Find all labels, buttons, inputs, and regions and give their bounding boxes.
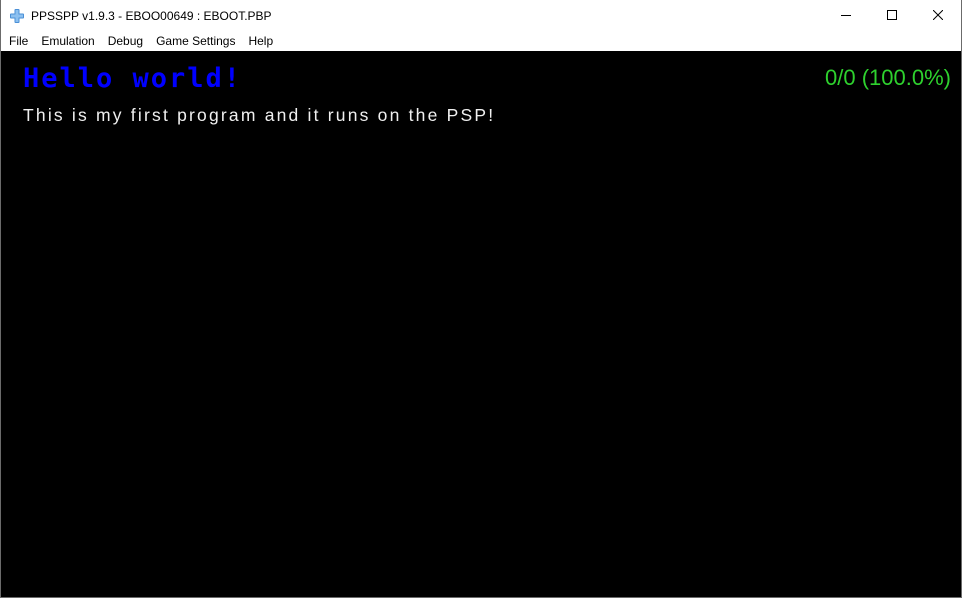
program-message: This is my first program and it runs on … — [23, 105, 496, 125]
caption-buttons — [823, 0, 961, 31]
menu-help[interactable]: Help — [242, 31, 280, 51]
title-bar[interactable]: PPSSPP v1.9.3 - EBOO00649 : EBOOT.PBP — [1, 0, 961, 31]
game-screen[interactable]: Hello world! This is my first program an… — [1, 51, 961, 597]
hello-heading: Hello world! — [23, 63, 243, 94]
ppsspp-logo-icon[interactable] — [9, 8, 25, 24]
menu-debug[interactable]: Debug — [102, 31, 150, 51]
close-button[interactable] — [915, 0, 961, 31]
menu-game-settings[interactable]: Game Settings — [150, 31, 242, 51]
ppsspp-window: PPSSPP v1.9.3 - EBOO00649 : EBOOT.PBP Fi… — [0, 0, 962, 598]
maximize-button[interactable] — [869, 0, 915, 31]
menu-bar: File Emulation Debug Game Settings Help — [1, 31, 961, 51]
menu-emulation[interactable]: Emulation — [35, 31, 101, 51]
minimize-button[interactable] — [823, 0, 869, 31]
window-title: PPSSPP v1.9.3 - EBOO00649 : EBOOT.PBP — [31, 8, 272, 23]
close-icon — [932, 7, 944, 25]
minimize-icon — [841, 7, 851, 25]
maximize-icon — [887, 7, 897, 25]
menu-file[interactable]: File — [3, 31, 35, 51]
fps-counter: 0/0 (100.0%) — [825, 65, 951, 90]
